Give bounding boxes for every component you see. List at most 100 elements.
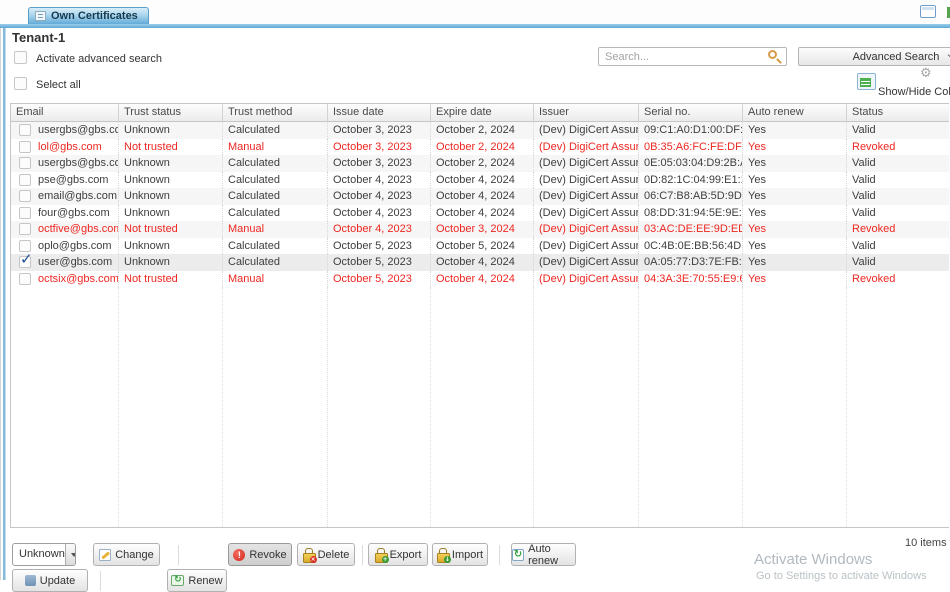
select-all-label: Select all xyxy=(36,79,81,91)
checkmark-icon: ✓ xyxy=(20,254,33,268)
table-row[interactable]: usergbs@gbs.comUnknownCalculatedOctober … xyxy=(11,122,949,139)
header-cell-expire-date[interactable]: Expire date xyxy=(431,104,534,122)
row-checkbox[interactable] xyxy=(19,223,31,235)
cell-issue-date: October 3, 2023 xyxy=(328,155,431,172)
window-restore-icon[interactable] xyxy=(920,5,936,18)
row-checkbox[interactable]: ✓ xyxy=(19,256,31,268)
cell-auto-renew: Yes xyxy=(743,155,847,172)
row-checkbox[interactable] xyxy=(19,141,31,153)
table-row[interactable]: lol@gbs.comNot trustedManualOctober 3, 2… xyxy=(11,139,949,156)
toolbar-separator xyxy=(499,545,500,565)
cell-trust-status: Not trusted xyxy=(119,271,223,288)
cell-email: octfive@gbs.com xyxy=(38,223,119,235)
cell-issuer: (Dev) DigiCert Assured I... xyxy=(534,238,639,255)
cell-auto-renew: Yes xyxy=(743,254,847,271)
cell-email: four@gbs.com xyxy=(38,207,110,219)
row-checkbox[interactable] xyxy=(19,240,31,252)
edit-pencil-icon xyxy=(99,549,111,561)
tab-own-certificates[interactable]: Own Certificates xyxy=(28,7,149,24)
renew-button[interactable]: ↻ Renew xyxy=(167,569,227,592)
header-cell-issue-date[interactable]: Issue date xyxy=(328,104,431,122)
export-button[interactable]: + Export xyxy=(368,543,428,566)
table-row[interactable]: oplo@gbs.comUnknownCalculatedOctober 5, … xyxy=(11,238,949,255)
table-fill-column xyxy=(119,287,223,527)
import-button[interactable]: ↓ Import xyxy=(432,543,488,566)
cell-trust-status: Unknown xyxy=(119,188,223,205)
cell-serial: 09:C1:A0:D1:00:DF:4F:... xyxy=(639,122,743,139)
cell-serial: 0B:35:A6:FC:FE:DF:48:... xyxy=(639,139,743,156)
cell-email-wrap: ✓ user@gbs.com xyxy=(11,254,119,271)
cell-trust-method: Calculated xyxy=(223,254,328,271)
dropdown-arrow-icon[interactable] xyxy=(65,544,75,565)
cell-email: pse@gbs.com xyxy=(38,174,108,186)
cell-issue-date: October 5, 2023 xyxy=(328,271,431,288)
cell-email-wrap: octsix@gbs.com xyxy=(11,271,119,288)
header-cell-email[interactable]: Email xyxy=(11,104,119,122)
cell-email: usergbs@gbs.com xyxy=(38,124,119,136)
cell-issuer: (Dev) DigiCert Assured I... xyxy=(534,254,639,271)
table-row[interactable]: four@gbs.comUnknownCalculatedOctober 4, … xyxy=(11,205,949,222)
header-cell-issuer[interactable]: Issuer xyxy=(534,104,639,122)
update-button[interactable]: Update xyxy=(12,569,88,592)
table-row[interactable]: pse@gbs.comUnknownCalculatedOctober 4, 2… xyxy=(11,172,949,189)
header-cell-trust-status[interactable]: Trust status xyxy=(119,104,223,122)
search-icon[interactable] xyxy=(768,50,777,59)
advanced-search-label: Advanced Search xyxy=(853,51,940,63)
cell-status: Valid xyxy=(847,172,950,189)
header-cell-serial[interactable]: Serial no. xyxy=(639,104,743,122)
cell-issue-date: October 5, 2023 xyxy=(328,254,431,271)
table-row[interactable]: email@gbs.comUnknownCalculatedOctober 4,… xyxy=(11,188,949,205)
cell-issue-date: October 3, 2023 xyxy=(328,139,431,156)
row-checkbox[interactable] xyxy=(19,190,31,202)
row-checkbox[interactable] xyxy=(19,207,31,219)
header-cell-auto-renew[interactable]: Auto renew xyxy=(743,104,847,122)
delete-label: Delete xyxy=(318,549,350,561)
cell-email: user@gbs.com xyxy=(38,256,112,268)
import-label: Import xyxy=(452,549,483,561)
auto-renew-button[interactable]: ↻ Auto renew xyxy=(511,543,576,566)
row-checkbox[interactable] xyxy=(19,174,31,186)
left-panel-splitter[interactable] xyxy=(3,28,6,580)
revoke-button[interactable]: ! Revoke xyxy=(228,543,292,566)
cell-issue-date: October 3, 2023 xyxy=(328,122,431,139)
change-button[interactable]: Change xyxy=(93,543,160,566)
renew-label: Renew xyxy=(188,575,222,587)
cell-serial: 0E:05:03:04:D9:2B:AD:9... xyxy=(639,155,743,172)
cell-issuer: (Dev) DigiCert Assured I... xyxy=(534,188,639,205)
toolbar-separator xyxy=(100,571,101,591)
cell-expire-date: October 4, 2024 xyxy=(431,188,534,205)
table-row[interactable]: octsix@gbs.comNot trustedManualOctober 5… xyxy=(11,271,949,288)
cell-trust-status: Not trusted xyxy=(119,139,223,156)
table-body: usergbs@gbs.comUnknownCalculatedOctober … xyxy=(11,122,949,287)
table-row[interactable]: usergbs@gbs.comUnknownCalculatedOctober … xyxy=(11,155,949,172)
cell-issuer: (Dev) DigiCert Assured I... xyxy=(534,221,639,238)
row-checkbox[interactable] xyxy=(19,124,31,136)
select-all-checkbox[interactable] xyxy=(14,77,27,90)
delete-button[interactable]: × Delete xyxy=(297,543,355,566)
cell-auto-renew: Yes xyxy=(743,188,847,205)
table-row[interactable]: ✓user@gbs.comUnknownCalculatedOctober 5,… xyxy=(11,254,949,271)
cell-status: Revoked xyxy=(847,271,950,288)
header-cell-trust-method[interactable]: Trust method xyxy=(223,104,328,122)
advanced-search-button[interactable]: Advanced Search xyxy=(798,47,950,66)
page-title: Tenant-1 xyxy=(12,30,65,45)
cell-expire-date: October 4, 2024 xyxy=(431,254,534,271)
show-hide-columns-button[interactable]: ⚙ Show/Hide Columns xyxy=(857,66,950,98)
cell-trust-status: Unknown xyxy=(119,172,223,189)
activate-advanced-search-checkbox[interactable] xyxy=(14,51,27,64)
cell-email: oplo@gbs.com xyxy=(38,240,112,252)
cell-status: Valid xyxy=(847,205,950,222)
header-cell-status[interactable]: Status xyxy=(847,104,950,122)
cell-expire-date: October 2, 2024 xyxy=(431,122,534,139)
table-header-row: Email Trust status Trust method Issue da… xyxy=(11,104,949,122)
cell-trust-method: Calculated xyxy=(223,188,328,205)
cell-expire-date: October 4, 2024 xyxy=(431,172,534,189)
row-checkbox[interactable] xyxy=(19,157,31,169)
trust-status-dropdown[interactable]: Unknown xyxy=(12,543,76,566)
table-fill-column xyxy=(223,287,328,527)
cell-issuer: (Dev) DigiCert Assured I... xyxy=(534,139,639,156)
cell-issuer: (Dev) DigiCert Assured I... xyxy=(534,155,639,172)
search-input[interactable] xyxy=(598,47,787,66)
row-checkbox[interactable] xyxy=(19,273,31,285)
table-row[interactable]: octfive@gbs.comNot trustedManualOctober … xyxy=(11,221,949,238)
